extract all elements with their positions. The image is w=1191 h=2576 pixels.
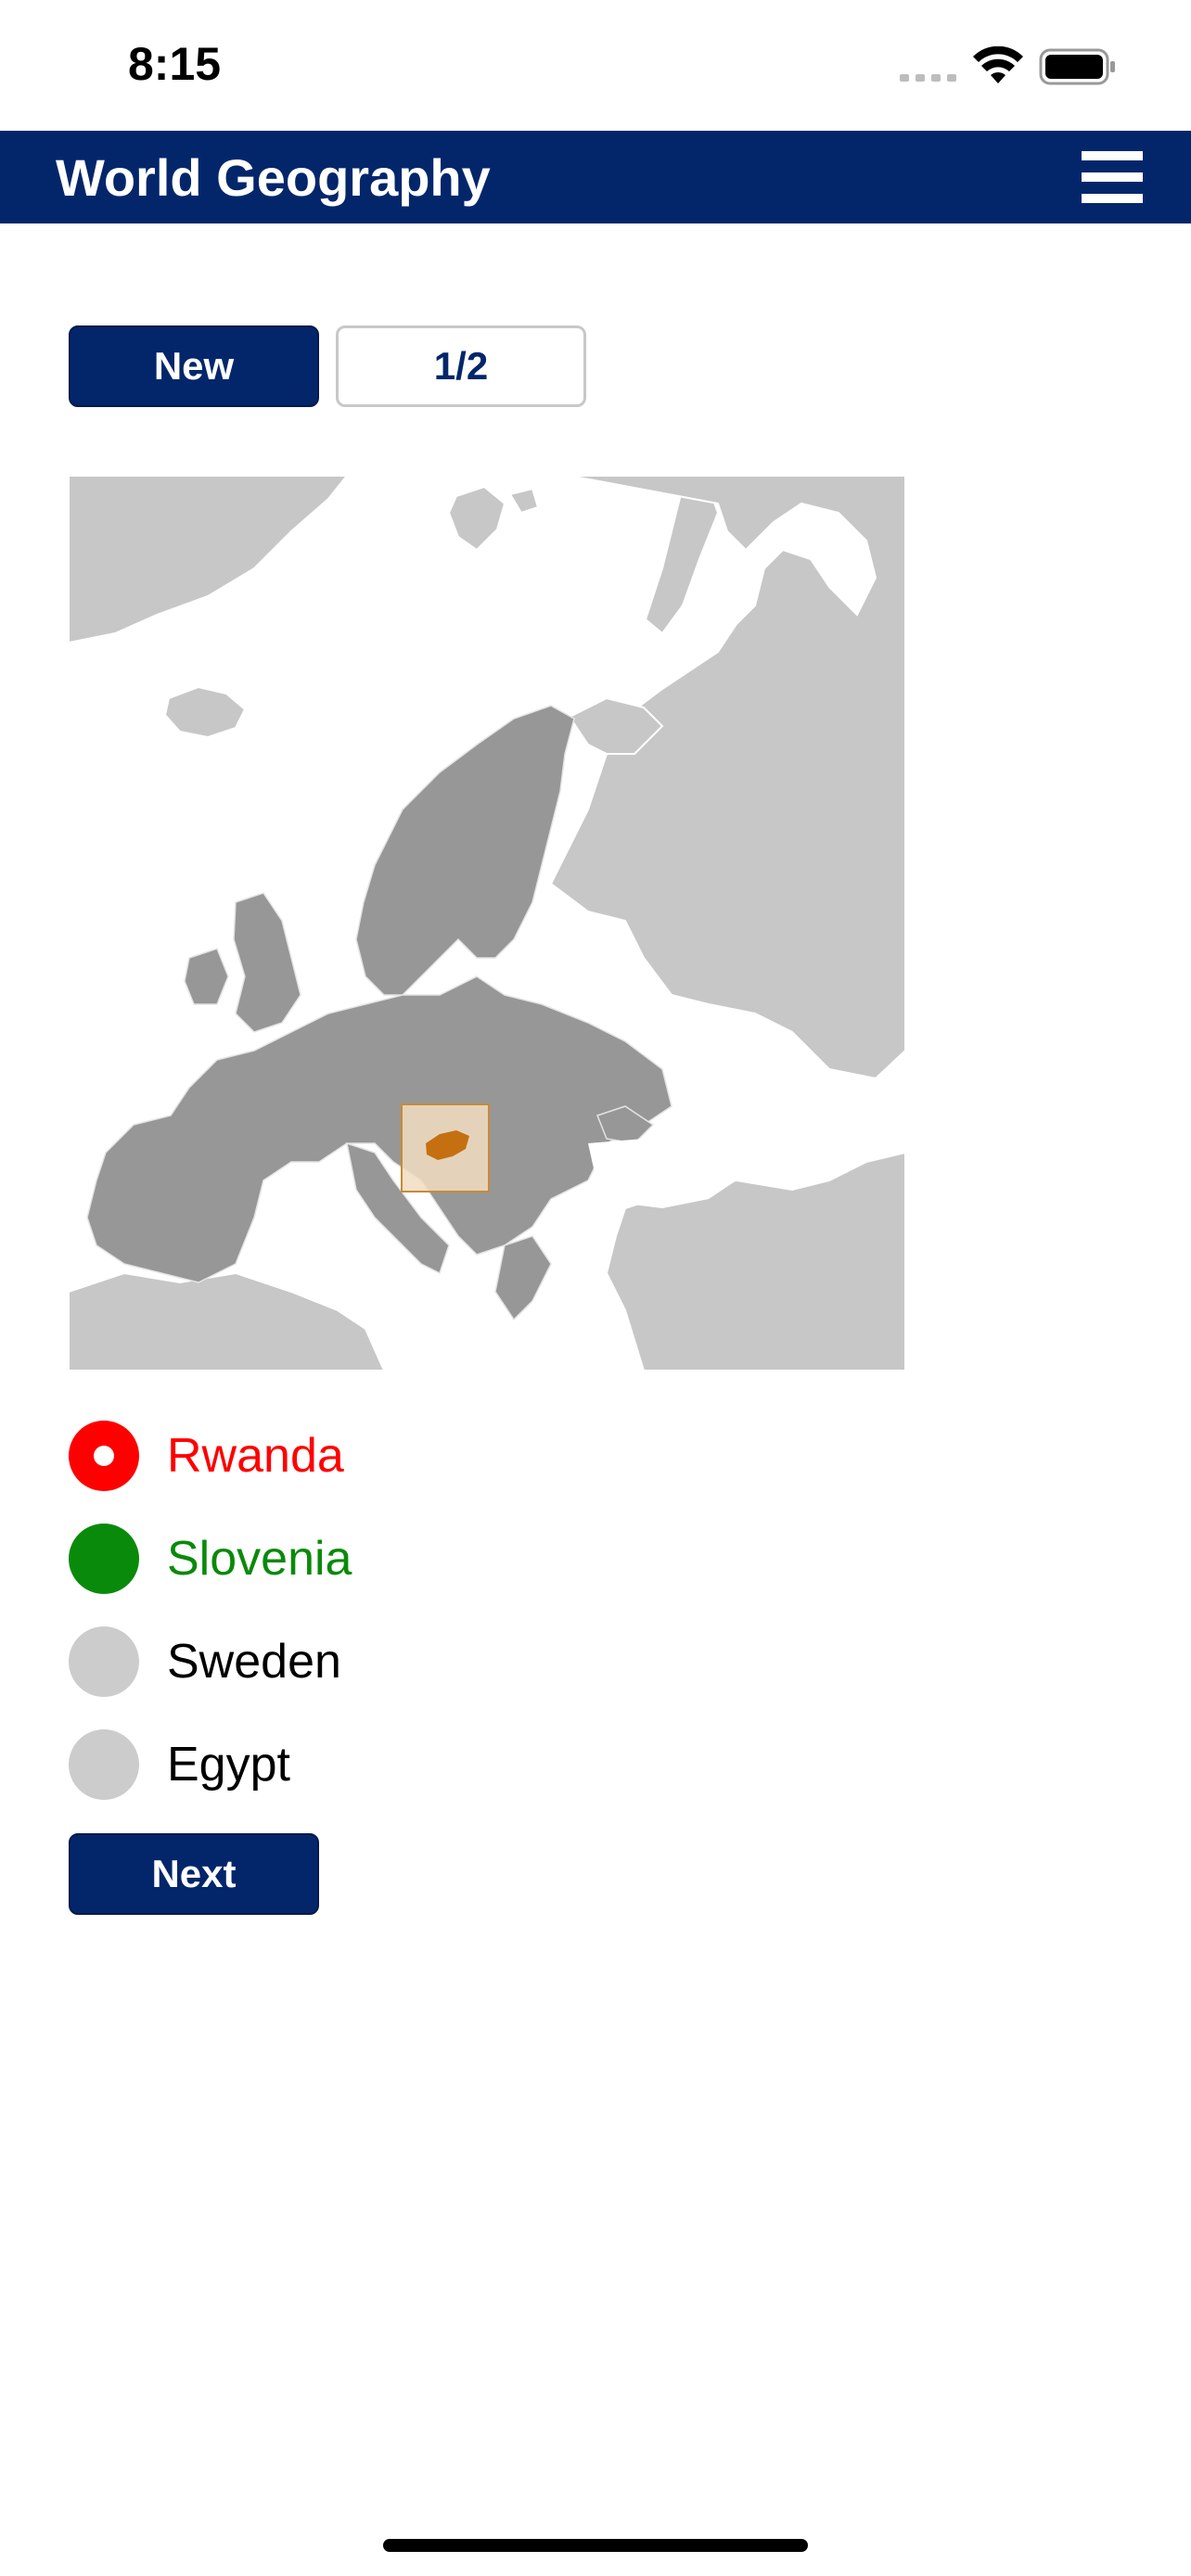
option-egypt[interactable]: Egypt (69, 1728, 625, 1801)
option-label: Egypt (167, 1738, 290, 1792)
page-counter: 1/2 (336, 325, 586, 407)
home-indicator[interactable] (383, 2539, 808, 2552)
radio-icon[interactable] (69, 1626, 139, 1697)
signal-dots-icon (900, 74, 956, 82)
option-label: Slovenia (167, 1532, 352, 1586)
option-label: Rwanda (167, 1429, 344, 1483)
radio-icon[interactable] (69, 1729, 139, 1800)
app-header: World Geography (0, 131, 1191, 223)
status-time: 8:15 (128, 38, 222, 90)
radio-correct-icon[interactable] (69, 1524, 139, 1594)
option-sweden[interactable]: Sweden (69, 1626, 625, 1698)
wifi-icon (973, 46, 1023, 83)
option-label: Sweden (167, 1635, 341, 1689)
status-bar: 8:15 (0, 0, 1191, 131)
hamburger-menu-icon[interactable] (1082, 151, 1143, 203)
option-slovenia[interactable]: Slovenia (69, 1523, 625, 1595)
new-button[interactable]: New (69, 325, 319, 407)
option-rwanda[interactable]: Rwanda (69, 1420, 625, 1492)
radio-wrong-icon[interactable] (69, 1421, 139, 1491)
next-button[interactable]: Next (69, 1833, 319, 1915)
battery-icon (1039, 48, 1115, 85)
app-title: World Geography (56, 148, 491, 207)
europe-map (69, 476, 905, 1371)
